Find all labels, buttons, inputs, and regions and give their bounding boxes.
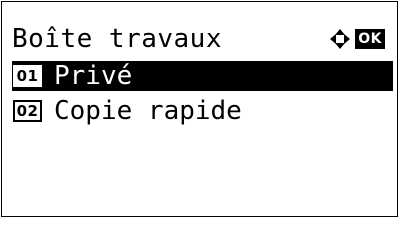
lcd-panel: Boîte travaux OK 01 Privé 02 Copie rapid… <box>1 1 398 217</box>
navigation-hint: OK <box>329 28 385 50</box>
menu-item-number: 01 <box>13 65 42 87</box>
screen-title: Boîte travaux <box>12 24 222 54</box>
ok-key-icon[interactable]: OK <box>355 29 385 49</box>
job-box-menu: 01 Privé 02 Copie rapide <box>12 61 393 131</box>
four-way-arrows-icon <box>330 29 351 49</box>
menu-item-label: Copie rapide <box>54 96 242 126</box>
menu-item-number: 02 <box>13 100 42 122</box>
menu-item-copie-rapide[interactable]: 02 Copie rapide <box>12 96 393 126</box>
screen-header: Boîte travaux OK <box>12 19 387 59</box>
menu-item-prive[interactable]: 01 Privé <box>12 61 393 91</box>
menu-item-label: Privé <box>54 61 133 91</box>
